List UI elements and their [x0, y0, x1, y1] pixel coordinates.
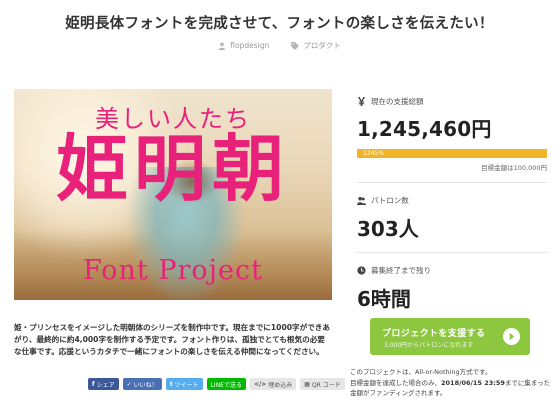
- facebook-like-button[interactable]: ✓ いいね！: [122, 378, 162, 390]
- funding-amount: 1,245,460円: [357, 117, 492, 141]
- page-title: 姫明長体フォントを完成させて、フォントの楽しさを伝えたい！: [65, 16, 494, 32]
- cta-title: プロジェクトを支援する: [382, 329, 486, 339]
- clock-icon: [357, 266, 366, 275]
- thumbs-up-icon: ✓: [126, 380, 132, 388]
- project-description: 姫・プリンセスをイメージした明朝体のシリーズを制作中です。現在までに1000字が…: [14, 323, 330, 356]
- twitter-icon: t: [169, 380, 173, 388]
- author-name: flopdesign: [230, 41, 270, 50]
- share-buttons: f シェア ✓ いいね！ t ツイート LINEで送る </> 埋め込み ▦ Q…: [88, 378, 345, 390]
- tag-icon: [291, 41, 300, 50]
- hero-main-text: 姫明朝: [55, 126, 290, 211]
- author-link[interactable]: flopdesign: [218, 40, 269, 51]
- target-amount: 目標金額は100,000円: [481, 164, 547, 172]
- time-left: 6時間: [357, 287, 411, 311]
- user-icon: [219, 42, 226, 50]
- divider: [357, 252, 547, 253]
- cta-subtitle: 3,000円からパトロンになれます: [384, 342, 474, 349]
- qr-icon: ▦: [304, 380, 310, 388]
- embed-button[interactable]: </> 埋め込み: [249, 378, 297, 390]
- hero-project-text: Font Project: [83, 255, 263, 286]
- category-name: プロダクト: [303, 41, 341, 50]
- progress-percent: 1245%: [363, 150, 384, 157]
- line-share-button[interactable]: LINEで送る: [206, 378, 246, 390]
- facebook-share-button[interactable]: f シェア: [88, 378, 119, 390]
- code-icon: </>: [253, 380, 267, 388]
- arrow-right-icon: [503, 328, 520, 345]
- divider: [357, 182, 547, 183]
- funding-terms: このプロジェクトは、All-or-Nothing方式です。 目標金額を達成した場…: [350, 368, 551, 397]
- funding-label: 現在の支援総額: [357, 96, 547, 107]
- progress-bar: 1245%: [357, 149, 547, 158]
- tweet-button[interactable]: t ツイート: [165, 378, 203, 390]
- project-meta: flopdesign プロダクト: [0, 40, 559, 51]
- progress-fill: [357, 149, 547, 158]
- facebook-icon: f: [92, 380, 95, 388]
- deadline: 2018/06/15 23:59: [441, 378, 505, 387]
- users-icon: [357, 196, 366, 205]
- qr-code-button[interactable]: ▦ QR コード: [300, 378, 345, 390]
- category-link[interactable]: プロダクト: [291, 40, 341, 51]
- support-project-button[interactable]: プロジェクトを支援する 3,000円からパトロンになれます: [370, 318, 530, 355]
- yen-icon: [357, 97, 366, 106]
- patrons-label: パトロン数: [357, 195, 547, 206]
- patrons-count: 303人: [357, 217, 419, 241]
- project-hero-image: 美しい人たち 姫明朝 Font Project: [14, 89, 332, 300]
- stats-panel: 現在の支援総額 1,245,460円 1245% 目標金額は100,000円 パ…: [357, 96, 547, 312]
- time-label: 募集終了まで残り: [357, 265, 547, 276]
